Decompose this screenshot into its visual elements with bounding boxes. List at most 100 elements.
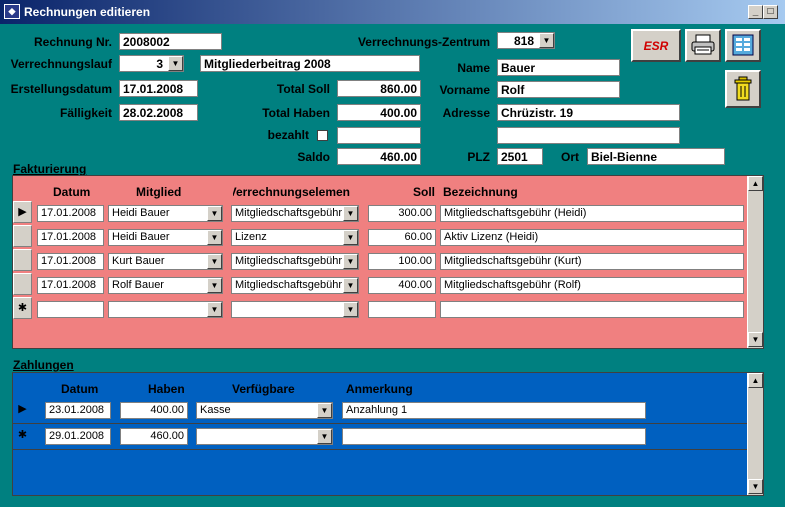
zentrum-combo[interactable]: 818 ▼ <box>497 32 555 49</box>
print-button[interactable] <box>685 29 721 62</box>
mitglied-value: Heidi Bauer <box>112 231 170 243</box>
chevron-down-icon[interactable]: ▼ <box>168 56 183 71</box>
col-header-datum: Datum <box>53 185 91 199</box>
lauf-combo[interactable]: 3 ▼ <box>119 55 184 72</box>
verfuegbare-combo[interactable]: Kasse ▼ <box>196 402 333 419</box>
zahlungen-scrollbar[interactable]: ▲ ▼ <box>747 373 763 495</box>
element-combo[interactable]: ▼ <box>231 301 359 318</box>
rechnung-field[interactable]: 2008002 <box>119 33 222 50</box>
chevron-down-icon[interactable]: ▼ <box>343 278 358 293</box>
chevron-down-icon[interactable]: ▼ <box>539 33 554 48</box>
zentrum-label: Verrechnungs-Zentrum <box>357 35 490 49</box>
bezeichnung-cell[interactable] <box>440 301 744 318</box>
soll-cell[interactable]: 400.00 <box>368 277 436 294</box>
bezeichnung-cell[interactable]: Mitgliedschaftsgebühr (Rolf) <box>440 277 744 294</box>
soll-label: Total Soll <box>276 82 330 96</box>
soll-cell[interactable] <box>368 301 436 318</box>
esr-button[interactable]: ESR <box>631 29 681 62</box>
bezahlt-checkbox[interactable] <box>317 130 328 141</box>
element-combo[interactable]: Mitgliedschaftsgebühr ▼ <box>231 277 359 294</box>
app-icon: ◆ <box>4 4 20 19</box>
chevron-down-icon[interactable]: ▼ <box>207 254 222 269</box>
chevron-down-icon[interactable]: ▼ <box>317 429 332 444</box>
maximize-button[interactable]: □ <box>763 5 778 19</box>
bezahlt-field[interactable] <box>337 127 421 144</box>
bezeichnung-cell[interactable]: Mitgliedschaftsgebühr (Kurt) <box>440 253 744 270</box>
bezeichnung-cell[interactable]: Aktiv Lizenz (Heidi) <box>440 229 744 246</box>
rechnung-label: Rechnung Nr. <box>33 35 112 49</box>
anmerkung-cell[interactable]: Anzahlung 1 <box>342 402 646 419</box>
row-selector[interactable] <box>13 249 32 271</box>
chevron-down-icon[interactable]: ▼ <box>317 403 332 418</box>
fakturierung-subform: Datum Mitglied Verrechnungselemen Soll B… <box>12 175 764 349</box>
verfuegbare-value: Kasse <box>200 404 231 416</box>
datum-cell[interactable]: 23.01.2008 <box>45 402 111 419</box>
element-combo[interactable]: Mitgliedschaftsgebühr ▼ <box>231 205 359 222</box>
anmerkung-cell[interactable] <box>342 428 646 445</box>
chevron-down-icon[interactable]: ▼ <box>207 302 222 317</box>
col-header-datum: Datum <box>61 382 99 396</box>
erstellung-label: Erstellungsdatum <box>10 82 112 96</box>
chevron-down-icon[interactable]: ▼ <box>207 206 222 221</box>
zentrum-value: 818 <box>513 34 534 48</box>
datum-cell[interactable]: 29.01.2008 <box>45 428 111 445</box>
col-header-soll: Soll <box>413 185 436 199</box>
soll-cell[interactable]: 60.00 <box>368 229 436 246</box>
datum-cell[interactable] <box>37 301 104 318</box>
chevron-down-icon[interactable]: ▼ <box>343 254 358 269</box>
datum-cell[interactable]: 17.01.2008 <box>37 229 104 246</box>
haben-cell[interactable]: 400.00 <box>120 402 188 419</box>
chevron-down-icon[interactable]: ▼ <box>207 230 222 245</box>
new-row-selector[interactable]: ✱ <box>13 425 32 447</box>
mitglied-combo[interactable]: Heidi Bauer ▼ <box>108 205 223 222</box>
row-selector[interactable] <box>13 273 32 295</box>
scroll-up-icon[interactable]: ▲ <box>748 373 763 388</box>
row-selector[interactable]: ▶ <box>13 201 32 223</box>
scroll-down-icon[interactable]: ▼ <box>748 479 763 494</box>
verfuegbare-combo[interactable]: ▼ <box>196 428 333 445</box>
row-selector[interactable]: ▶ <box>13 399 32 421</box>
plz-field[interactable]: 2501 <box>497 148 543 165</box>
soll-cell[interactable]: 300.00 <box>368 205 436 222</box>
new-row-selector[interactable]: ✱ <box>13 297 32 319</box>
adresse2-field[interactable] <box>497 127 680 144</box>
element-combo[interactable]: Lizenz ▼ <box>231 229 359 246</box>
chevron-down-icon[interactable]: ▼ <box>343 230 358 245</box>
datum-cell[interactable]: 17.01.2008 <box>37 205 104 222</box>
scroll-down-icon[interactable]: ▼ <box>748 332 763 347</box>
mitglied-combo[interactable]: Heidi Bauer ▼ <box>108 229 223 246</box>
delete-button[interactable] <box>725 70 761 108</box>
element-combo[interactable]: Mitgliedschaftsgebühr ▼ <box>231 253 359 270</box>
col-header-anmerkung: Anmerkung <box>346 382 413 396</box>
name-field[interactable]: Bauer <box>497 59 620 76</box>
element-value: Mitgliedschaftsgebühr <box>235 255 343 267</box>
col-header-element: Verrechnungselemen <box>233 185 350 199</box>
datum-cell[interactable]: 17.01.2008 <box>37 253 104 270</box>
row-selector[interactable] <box>13 225 32 247</box>
datum-cell[interactable]: 17.01.2008 <box>37 277 104 294</box>
vorname-field[interactable]: Rolf <box>497 81 620 98</box>
chevron-down-icon[interactable]: ▼ <box>343 302 358 317</box>
minimize-button[interactable]: _ <box>748 5 763 19</box>
trash-icon <box>734 76 752 101</box>
faelligkeit-field[interactable]: 28.02.2008 <box>119 104 198 121</box>
soll-cell[interactable]: 100.00 <box>368 253 436 270</box>
fakturierung-scrollbar[interactable]: ▲ ▼ <box>747 176 763 348</box>
mitglied-combo[interactable]: Rolf Bauer ▼ <box>108 277 223 294</box>
haben-cell[interactable]: 460.00 <box>120 428 188 445</box>
chevron-down-icon[interactable]: ▼ <box>343 206 358 221</box>
erstellung-field[interactable]: 17.01.2008 <box>119 80 198 97</box>
adresse-field[interactable]: Chrüzistr. 19 <box>497 104 680 121</box>
form-client-area: Rechnung Nr. 2008002 Verrechnungslauf 3 … <box>0 24 785 507</box>
mitglied-combo[interactable]: ▼ <box>108 301 223 318</box>
title-bar: ◆ Rechnungen editieren _ □ <box>0 0 785 24</box>
lauf-value: 3 <box>156 57 163 71</box>
bezeichnung-cell[interactable]: Mitgliedschaftsgebühr (Heidi) <box>440 205 744 222</box>
scroll-up-icon[interactable]: ▲ <box>748 176 763 191</box>
element-value: Mitgliedschaftsgebühr <box>235 279 343 291</box>
zahlungen-subform: Datum Haben Verfügbare Anmerkung ▶ 23.01… <box>12 372 764 496</box>
form-view-button[interactable] <box>725 29 761 62</box>
ort-field[interactable]: Biel-Bienne <box>587 148 725 165</box>
mitglied-combo[interactable]: Kurt Bauer ▼ <box>108 253 223 270</box>
chevron-down-icon[interactable]: ▼ <box>207 278 222 293</box>
